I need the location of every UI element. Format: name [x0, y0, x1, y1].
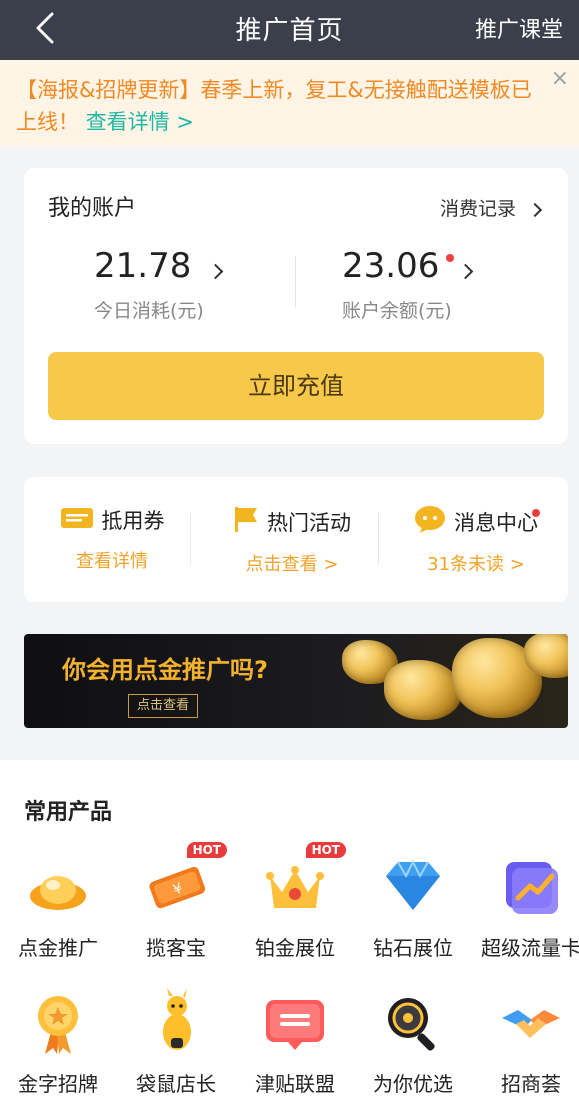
product-bojin[interactable]: HOT 铂金展位 [237, 842, 353, 961]
product-label: 招商荟 [501, 1072, 561, 1096]
handshake-icon [496, 988, 566, 1058]
product-weiniyouxuan[interactable]: 为你优选 [355, 988, 471, 1097]
product-jinzi[interactable]: 金字招牌 [0, 988, 116, 1097]
divider [190, 513, 191, 565]
product-label: 铂金展位 [255, 936, 335, 960]
medal-icon [23, 988, 93, 1058]
close-icon[interactable]: × [551, 68, 569, 90]
today-spend[interactable]: 21.78 [94, 246, 224, 286]
coupon-icon [60, 506, 94, 535]
balance[interactable]: 23.06 [342, 246, 474, 286]
chevron-right-icon [207, 263, 224, 280]
coupon-entry[interactable]: 抵用券 查看详情 [24, 505, 200, 573]
product-jintie[interactable]: 津贴联盟 [237, 988, 353, 1097]
product-label: 金字招牌 [18, 1072, 98, 1096]
ticket-icon: ¥ HOT [141, 842, 227, 922]
alliance-icon [260, 988, 330, 1058]
top-bar: 推广首页 推广课堂 [0, 0, 579, 60]
product-label: 为你优选 [373, 1072, 453, 1096]
balance-alert-dot [446, 254, 454, 262]
promo-banner[interactable]: 你会用点金推广吗? 点击查看 [24, 634, 568, 728]
notice-bar: 【海报&招牌更新】春季上新，复工&无接触配送模板已上线！ 查看详情 > × [0, 60, 579, 146]
product-label: 点金推广 [18, 936, 98, 960]
chevron-right-icon [527, 202, 543, 218]
banner-headline: 你会用点金推广吗? [62, 656, 268, 684]
divider [295, 256, 296, 308]
hot-activity-sub: 点击查看 > [245, 554, 339, 575]
kangaroo-icon [141, 988, 211, 1058]
records-label: 消费记录 [439, 198, 516, 220]
trend-card-icon [496, 852, 566, 922]
today-spend-label: 今日消耗(元) [94, 300, 204, 322]
message-icon [414, 505, 446, 538]
product-label: 超级流量卡 [481, 936, 579, 960]
product-label: 津贴联盟 [255, 1072, 335, 1096]
product-lankebao[interactable]: ¥ HOT 揽客宝 [118, 842, 234, 961]
message-center-sub: 31条未读 > [427, 554, 525, 575]
coupon-sub: 查看详情 [76, 551, 148, 572]
crown-icon: HOT [260, 842, 346, 922]
flag-icon [233, 505, 259, 538]
hot-activity-entry[interactable]: 热门活动 点击查看 > [204, 505, 380, 576]
recharge-button[interactable]: 立即充值 [48, 352, 544, 420]
banner-button[interactable]: 点击查看 [128, 694, 198, 718]
product-zuanshi[interactable]: 钻石展位 [355, 852, 471, 961]
hot-activity-label: 热门活动 [267, 510, 351, 535]
divider [378, 513, 379, 565]
gold-nugget-image [384, 660, 462, 720]
diamond-icon [378, 852, 448, 922]
magnifier-icon [378, 988, 448, 1058]
section-title: 常用产品 [24, 800, 113, 825]
product-label: 袋鼠店长 [136, 1072, 216, 1096]
coupon-label: 抵用券 [101, 509, 165, 533]
gold-ingot-icon [23, 852, 93, 922]
notice-detail-link[interactable]: 查看详情 > [86, 110, 194, 134]
message-center-label: 消息中心 [454, 510, 538, 535]
account-card: 我的账户 消费记录 21.78 今日消耗(元) 23.06 账户余额(元) 立即… [24, 168, 568, 444]
today-spend-value: 21.78 [94, 246, 192, 286]
product-label: 揽客宝 [146, 936, 206, 960]
course-link[interactable]: 推广课堂 [475, 12, 563, 44]
consumption-records-link[interactable]: 消费记录 [439, 194, 543, 221]
balance-value: 23.06 [342, 246, 440, 286]
product-dianjin[interactable]: 点金推广 [0, 852, 116, 961]
product-zhaoshang[interactable]: 招商荟 [473, 988, 579, 1097]
balance-label: 账户余额(元) [342, 300, 452, 322]
hot-badge: HOT [186, 842, 227, 858]
product-label: 钻石展位 [373, 936, 453, 960]
common-products-section: 常用产品 点金推广 ¥ HOT 揽客宝 HOT 铂金展位 钻石展位 超级流量卡 [0, 760, 579, 1113]
hot-badge: HOT [305, 842, 346, 858]
quick-links-card: 抵用券 查看详情 热门活动 点击查看 > 消息中心 31条未读 > [24, 477, 568, 602]
account-title: 我的账户 [48, 196, 137, 221]
message-alert-dot [532, 509, 540, 517]
product-super-traffic[interactable]: 超级流量卡 [473, 852, 579, 961]
chevron-right-icon [457, 263, 474, 280]
product-daishu[interactable]: 袋鼠店长 [118, 988, 234, 1097]
